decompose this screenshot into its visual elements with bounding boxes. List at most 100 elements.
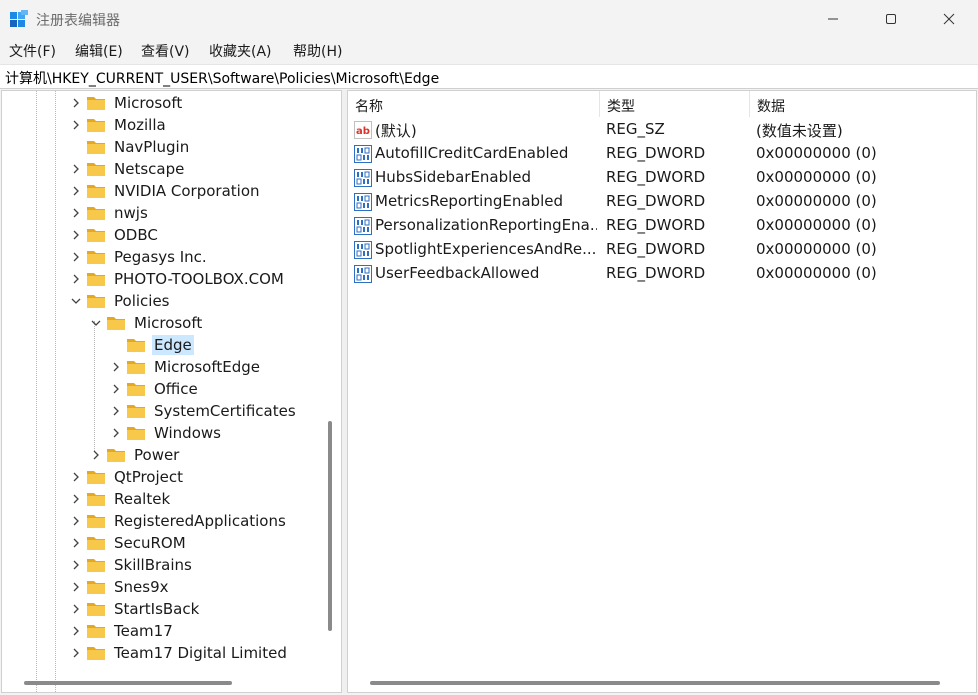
tree-item[interactable]: Pegasys Inc.	[68, 246, 209, 268]
value-data: 0x00000000 (0)	[756, 264, 877, 282]
chevron-right-icon[interactable]	[68, 249, 84, 265]
close-button[interactable]	[920, 0, 978, 38]
tree-item[interactable]: Windows	[108, 422, 223, 444]
tree-item-label: MicrosoftEdge	[154, 358, 261, 376]
folder-icon	[86, 601, 106, 617]
chevron-right-icon[interactable]	[88, 447, 104, 463]
tree-item[interactable]: Team17	[68, 620, 175, 642]
tree-item[interactable]: Policies	[68, 290, 171, 312]
chevron-right-icon[interactable]	[68, 557, 84, 573]
tree-item[interactable]: RegisteredApplications	[68, 510, 288, 532]
tree-item[interactable]: StartIsBack	[68, 598, 201, 620]
chevron-right-icon[interactable]	[68, 95, 84, 111]
chevron-down-icon[interactable]	[88, 315, 104, 331]
maximize-button[interactable]	[862, 0, 920, 38]
menu-edit[interactable]: 编辑(E)	[75, 41, 123, 61]
binary-value-icon	[354, 241, 372, 259]
chevron-right-icon[interactable]	[68, 513, 84, 529]
tree-item[interactable]: Mozilla	[68, 114, 168, 136]
value-row[interactable]: AutofillCreditCardEnabled REG_DWORD 0x0000…	[348, 142, 976, 166]
tree-item[interactable]: NVIDIA Corporation	[68, 180, 262, 202]
tree-item[interactable]: SecuROM	[68, 532, 188, 554]
tree-item[interactable]: Netscape	[68, 158, 186, 180]
tree-vertical-scrollbar[interactable]	[328, 421, 332, 631]
tree-item[interactable]: Power	[88, 444, 181, 466]
chevron-right-icon[interactable]	[68, 227, 84, 243]
value-name: HubsSidebarEnabled	[375, 168, 532, 186]
address-bar[interactable]: 计算机\HKEY_CURRENT_USER\Software\Policies\…	[0, 64, 978, 89]
tree-item[interactable]: Team17 Digital Limited	[68, 642, 289, 664]
menu-bar: 文件(F) 编辑(E) 查看(V) 收藏夹(A) 帮助(H)	[0, 38, 978, 64]
chevron-right-icon[interactable]	[68, 205, 84, 221]
tree-guide-line	[36, 91, 37, 692]
chevron-right-icon[interactable]	[68, 271, 84, 287]
chevron-right-icon[interactable]	[108, 381, 124, 397]
tree-item-label: Team17	[114, 622, 173, 640]
chevron-right-icon[interactable]	[108, 425, 124, 441]
folder-icon	[86, 579, 106, 595]
value-name: MetricsReportingEnabled	[375, 192, 563, 210]
tree-item[interactable]: PHOTO-TOOLBOX.COM	[68, 268, 286, 290]
chevron-right-icon[interactable]	[68, 183, 84, 199]
folder-icon	[106, 315, 126, 331]
chevron-down-icon[interactable]	[68, 293, 84, 309]
column-header-data[interactable]: 数据	[750, 91, 976, 117]
chevron-right-icon[interactable]	[68, 469, 84, 485]
tree-item[interactable]: MicrosoftEdge	[108, 356, 262, 378]
address-path[interactable]: 计算机\HKEY_CURRENT_USER\Software\Policies\…	[5, 68, 439, 88]
folder-icon	[126, 403, 146, 419]
tree-item-label: SkillBrains	[114, 556, 192, 574]
chevron-right-icon[interactable]	[68, 161, 84, 177]
binary-value-icon	[354, 217, 372, 235]
values-horizontal-scrollbar[interactable]	[370, 681, 940, 685]
menu-view[interactable]: 查看(V)	[141, 41, 190, 61]
key-tree-pane[interactable]: Microsoft Mozilla NavPlugin Netscape NVIDIA …	[1, 90, 342, 693]
value-row[interactable]: ab (默认) REG_SZ (数值未设置)	[348, 118, 976, 142]
minimize-icon	[828, 18, 838, 20]
folder-icon	[86, 227, 106, 243]
menu-file[interactable]: 文件(F)	[9, 41, 56, 61]
value-row[interactable]: MetricsReportingEnabled REG_DWORD 0x000000…	[348, 190, 976, 214]
chevron-right-icon[interactable]	[68, 491, 84, 507]
value-row[interactable]: HubsSidebarEnabled REG_DWORD 0x00000000 (0…	[348, 166, 976, 190]
menu-favorites[interactable]: 收藏夹(A)	[209, 41, 272, 61]
folder-icon	[106, 447, 126, 463]
tree-horizontal-scrollbar[interactable]	[24, 681, 232, 685]
menu-help[interactable]: 帮助(H)	[293, 41, 342, 61]
tree-guide-line	[94, 321, 95, 451]
tree-item[interactable]: Microsoft	[88, 312, 204, 334]
value-row[interactable]: UserFeedbackAllowed REG_DWORD 0x00000000 (…	[348, 262, 976, 286]
chevron-right-icon[interactable]	[68, 117, 84, 133]
tree-item-label: Policies	[114, 292, 170, 310]
tree-item[interactable]: Microsoft	[68, 92, 184, 114]
chevron-right-icon[interactable]	[68, 623, 84, 639]
tree-item[interactable]: ODBC	[68, 224, 160, 246]
value-row[interactable]: SpotlightExperiencesAndRe... REG_DWORD 0x0…	[348, 238, 976, 262]
column-header-type[interactable]: 类型	[600, 91, 750, 117]
chevron-right-icon[interactable]	[68, 645, 84, 661]
tree-item-label: nwjs	[114, 204, 148, 222]
tree-item-label: SystemCertificates	[154, 402, 296, 420]
tree-item[interactable]: nwjs	[68, 202, 150, 224]
tree-item[interactable]: Realtek	[68, 488, 172, 510]
value-type: REG_DWORD	[606, 240, 706, 258]
chevron-right-icon[interactable]	[68, 535, 84, 551]
tree-item[interactable]: SystemCertificates	[108, 400, 298, 422]
tree-item[interactable]: Snes9x	[68, 576, 171, 598]
tree-item[interactable]: NavPlugin	[68, 136, 191, 158]
tree-item-label: ODBC	[114, 226, 158, 244]
tree-item[interactable]: QtProject	[68, 466, 185, 488]
tree-item-label: Pegasys Inc.	[114, 248, 207, 266]
tree-item[interactable]: SkillBrains	[68, 554, 194, 576]
tree-item[interactable]: Office	[108, 378, 200, 400]
chevron-right-icon[interactable]	[68, 579, 84, 595]
chevron-right-icon[interactable]	[108, 403, 124, 419]
chevron-right-icon[interactable]	[108, 359, 124, 375]
minimize-button[interactable]	[804, 0, 862, 38]
column-header-name[interactable]: 名称	[348, 91, 600, 117]
chevron-right-icon[interactable]	[68, 601, 84, 617]
value-row[interactable]: PersonalizationReportingEna... REG_DWORD 0…	[348, 214, 976, 238]
tree-item[interactable]: Edge	[108, 334, 194, 356]
values-list-pane[interactable]: 名称 类型 数据 ab (默认) REG_SZ (数值未设置) AutofillCred…	[347, 90, 977, 693]
